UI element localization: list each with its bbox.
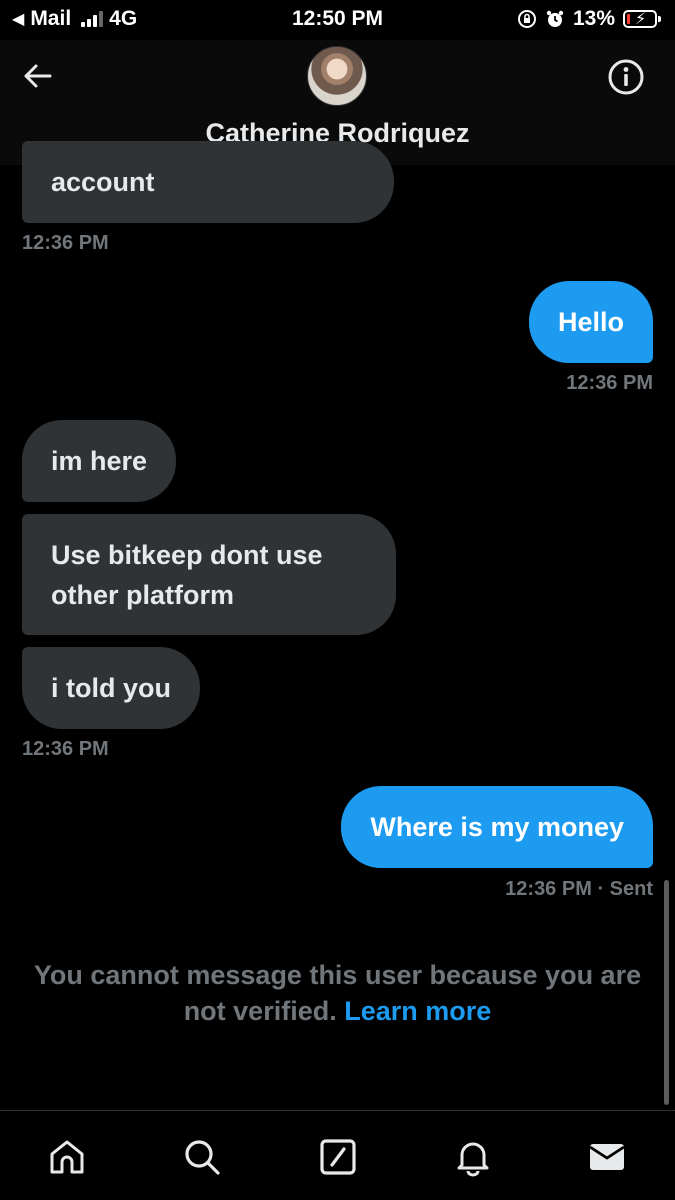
charging-bolt-icon: ⚡: [635, 11, 647, 28]
message-bubble-sent[interactable]: Hello: [528, 281, 653, 363]
message-timestamp: 12:36 PM: [22, 232, 109, 254]
message-bubble-sent[interactable]: Where is my money: [341, 786, 653, 868]
message-sent-status: · Sent: [597, 878, 653, 900]
message-timestamp: 12:36 PM: [566, 372, 653, 394]
battery-icon: ⚡: [623, 10, 661, 28]
status-right: 13% ⚡: [517, 7, 661, 31]
cannot-message-notice: You cannot message this user because you…: [20, 957, 655, 1029]
battery-level-fill: [627, 14, 630, 24]
home-icon[interactable]: [47, 1137, 87, 1177]
info-icon[interactable]: [607, 58, 645, 96]
message-bubble-received[interactable]: im here: [22, 420, 177, 502]
bottom-nav: [0, 1110, 675, 1200]
search-icon[interactable]: [182, 1137, 222, 1177]
notifications-icon[interactable]: [453, 1137, 493, 1177]
alarm-icon: [546, 10, 564, 27]
message-timestamp: 12:36 PM: [505, 878, 592, 900]
message-bubble-received[interactable]: account: [22, 141, 394, 223]
compose-icon[interactable]: [318, 1137, 358, 1177]
notice-text: You cannot message this user because you…: [33, 960, 642, 1026]
message-timestamp-status: 12:36 PM · Sent: [505, 878, 653, 901]
contact-avatar[interactable]: [307, 46, 367, 106]
messages-icon[interactable]: [587, 1137, 627, 1177]
arrow-left-icon[interactable]: [20, 58, 56, 94]
dm-conversation-screen: ◀ Mail 4G 12:50 PM 13% ⚡ Catherine Rodri…: [0, 0, 675, 1200]
message-bubble-received[interactable]: i told you: [22, 647, 200, 729]
learn-more-link[interactable]: Learn more: [344, 996, 491, 1026]
orientation-lock-icon: [517, 10, 536, 28]
status-bar: ◀ Mail 4G 12:50 PM 13% ⚡: [0, 0, 675, 40]
message-bubble-received[interactable]: Use bitkeep dont use other platform: [22, 514, 396, 635]
message-timestamp: 12:36 PM: [22, 738, 109, 760]
battery-percent: 13%: [572, 7, 615, 30]
scrollbar[interactable]: [664, 880, 669, 1105]
